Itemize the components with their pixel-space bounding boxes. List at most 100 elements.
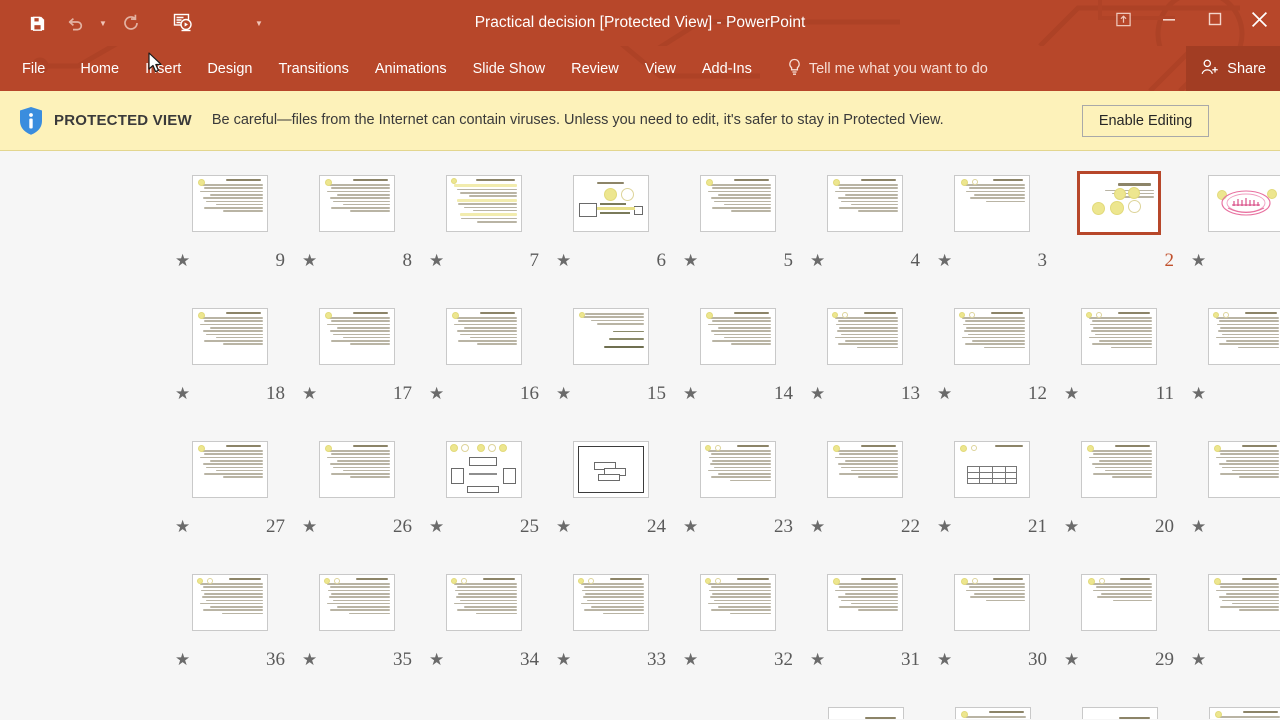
star-icon[interactable]: ★	[429, 651, 444, 668]
close-icon[interactable]	[1238, 0, 1280, 38]
slide-preview[interactable]	[1182, 163, 1280, 243]
slide-preview[interactable]	[1056, 695, 1183, 719]
slide-preview-image[interactable]	[445, 573, 522, 631]
slide-preview-image[interactable]	[1207, 174, 1280, 232]
star-icon[interactable]: ★	[429, 385, 444, 402]
slide-preview[interactable]	[293, 296, 420, 376]
star-icon[interactable]: ★	[937, 385, 952, 402]
slide-preview-image[interactable]	[699, 440, 776, 498]
slide-preview[interactable]	[547, 296, 674, 376]
slide-preview[interactable]	[928, 562, 1055, 642]
slide-thumbnail-29[interactable]: ★ 29	[1055, 562, 1182, 695]
slide-thumbnail-26[interactable]: ★ 26	[293, 429, 420, 562]
slide-preview[interactable]	[1182, 562, 1280, 642]
star-icon[interactable]: ★	[556, 385, 571, 402]
slide-preview-image[interactable]	[826, 174, 903, 232]
slide-thumbnail-32[interactable]: ★ 32	[674, 562, 801, 695]
star-icon[interactable]: ★	[1064, 385, 1079, 402]
star-icon[interactable]: ★	[429, 518, 444, 535]
minimize-icon[interactable]	[1146, 0, 1192, 38]
star-icon[interactable]: ★	[810, 252, 825, 269]
slide-preview-image[interactable]	[953, 573, 1030, 631]
star-icon[interactable]: ★	[683, 252, 698, 269]
slide-thumbnail-34[interactable]: ★ 34	[420, 562, 547, 695]
slide-preview[interactable]	[1055, 562, 1182, 642]
slide-preview-image[interactable]	[318, 573, 395, 631]
slide-preview[interactable]	[547, 562, 674, 642]
slide-preview-image[interactable]	[572, 440, 649, 498]
slide-thumbnail-22[interactable]: ★ 22	[801, 429, 928, 562]
slide-preview-image[interactable]	[191, 174, 268, 232]
slide-preview-image[interactable]	[699, 573, 776, 631]
slide-thumbnail-10[interactable]: ★10	[1182, 296, 1280, 429]
ribbon-tab-bar[interactable]: File Home Insert Design Transitions Anim…	[0, 46, 1280, 91]
slide-preview[interactable]	[166, 163, 293, 243]
tab-insert[interactable]: Insert	[132, 46, 194, 91]
tab-home[interactable]: Home	[67, 46, 132, 91]
slide-preview-image[interactable]	[445, 307, 522, 365]
slide-preview-image[interactable]	[1081, 706, 1158, 719]
slide-thumbnail[interactable]	[929, 695, 1056, 719]
slide-preview-image[interactable]	[1080, 307, 1157, 365]
tab-design[interactable]: Design	[194, 46, 265, 91]
quick-access-toolbar[interactable]: ▼ ▼	[0, 4, 268, 42]
slide-preview-image[interactable]	[191, 307, 268, 365]
star-icon[interactable]: ★	[302, 252, 317, 269]
slide-preview[interactable]	[293, 429, 420, 509]
slide-thumbnail-16[interactable]: ★ 16	[420, 296, 547, 429]
restore-icon[interactable]	[1192, 0, 1238, 38]
slide-thumbnail-6[interactable]: ★ 6	[547, 163, 674, 296]
slide-preview-image[interactable]	[953, 440, 1030, 498]
slide-preview[interactable]	[420, 163, 547, 243]
star-icon[interactable]: ★	[683, 385, 698, 402]
slide-preview[interactable]	[801, 163, 928, 243]
tab-file[interactable]: File	[0, 46, 67, 91]
save-icon[interactable]	[18, 4, 56, 42]
star-icon[interactable]: ★	[937, 651, 952, 668]
slide-preview-image[interactable]	[1080, 573, 1157, 631]
slide-thumbnail-5[interactable]: ★ 5	[674, 163, 801, 296]
slide-preview[interactable]	[420, 296, 547, 376]
slide-preview-image[interactable]	[1207, 307, 1280, 365]
slide-thumbnail-17[interactable]: ★ 17	[293, 296, 420, 429]
tab-view[interactable]: View	[632, 46, 689, 91]
slide-thumbnail-23[interactable]: ★ 23	[674, 429, 801, 562]
slide-thumbnail-28[interactable]: ★28	[1182, 562, 1280, 695]
slide-preview[interactable]	[1055, 296, 1182, 376]
star-icon[interactable]: ★	[1191, 385, 1206, 402]
slide-thumbnail-9[interactable]: ★ 9	[166, 163, 293, 296]
slide-preview[interactable]	[420, 562, 547, 642]
star-icon[interactable]: ★	[1064, 518, 1079, 535]
undo-icon[interactable]	[56, 4, 94, 42]
star-icon[interactable]: ★	[175, 385, 190, 402]
star-icon[interactable]: ★	[1064, 651, 1079, 668]
star-icon[interactable]: ★	[302, 518, 317, 535]
slide-thumbnail-3[interactable]: ★ 3	[928, 163, 1055, 296]
slide-thumbnail[interactable]	[802, 695, 929, 719]
slide-preview-image[interactable]	[572, 307, 649, 365]
slide-thumbnail-30[interactable]: ★ 30	[928, 562, 1055, 695]
slide-preview-image[interactable]	[318, 174, 395, 232]
star-icon[interactable]: ★	[429, 252, 444, 269]
slide-thumbnail-11[interactable]: ★ 11	[1055, 296, 1182, 429]
redo-icon[interactable]	[112, 4, 150, 42]
slide-thumbnail-12[interactable]: ★ 12	[928, 296, 1055, 429]
star-icon[interactable]: ★	[556, 252, 571, 269]
tab-slide-show[interactable]: Slide Show	[460, 46, 559, 91]
slide-preview[interactable]	[547, 163, 674, 243]
slide-preview-image[interactable]	[445, 174, 522, 232]
slide-preview[interactable]	[1182, 296, 1280, 376]
slide-thumbnail-33[interactable]: ★ 33	[547, 562, 674, 695]
slide-thumbnail-4[interactable]: ★ 4	[801, 163, 928, 296]
slide-preview-image[interactable]	[827, 706, 904, 719]
slide-thumbnail-2[interactable]: 2	[1055, 163, 1182, 296]
slide-preview[interactable]	[674, 429, 801, 509]
slide-thumbnail-14[interactable]: ★ 14	[674, 296, 801, 429]
star-icon[interactable]: ★	[1191, 651, 1206, 668]
slide-preview[interactable]	[1055, 429, 1182, 509]
slide-preview-image[interactable]	[1207, 573, 1280, 631]
ribbon-display-options-icon[interactable]	[1100, 0, 1146, 38]
slide-preview-image[interactable]	[699, 174, 776, 232]
star-icon[interactable]: ★	[683, 518, 698, 535]
slide-preview[interactable]	[674, 562, 801, 642]
